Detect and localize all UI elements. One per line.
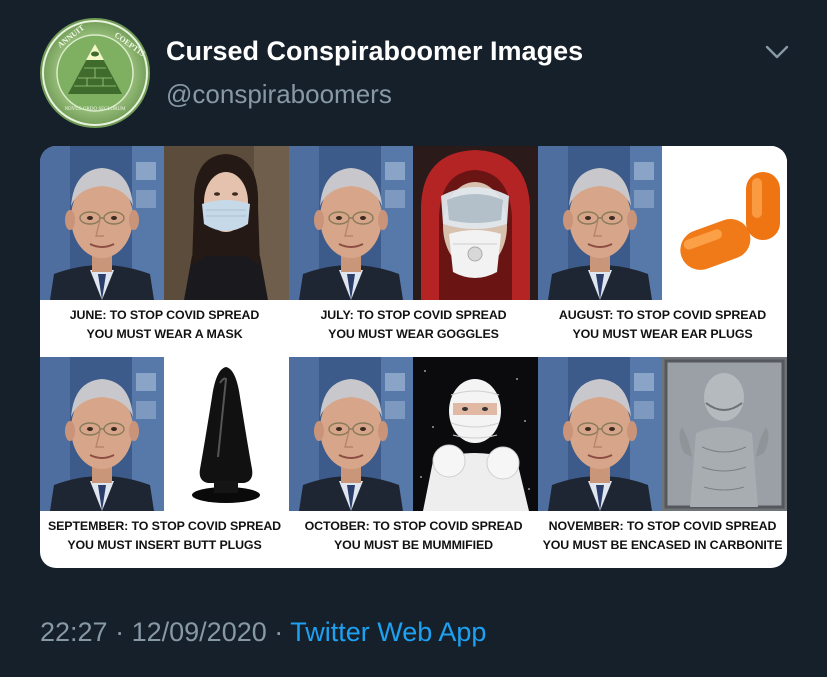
- caption-line-1: JULY: TO STOP COVID SPREAD: [320, 308, 507, 322]
- caption-line-1: NOVEMBER: TO STOP COVID SPREAD: [548, 519, 777, 533]
- caption-line-2: YOU MUST WEAR GOGGLES: [328, 327, 499, 341]
- meme-panel-october: OCTOBER: TO STOP COVID SPREAD YOU MUST B…: [289, 357, 538, 568]
- chevron-down-icon[interactable]: [764, 42, 790, 62]
- caption-line-2: YOU MUST BE ENCASED IN CARBONITE: [542, 538, 783, 552]
- goggles-respirator-hood-image: [413, 146, 538, 300]
- face-mask-woman-image: [164, 146, 289, 300]
- meme-panel-june: JUNE: TO STOP COVID SPREAD YOU MUST WEAR…: [40, 146, 289, 357]
- caption-line-1: AUGUST: TO STOP COVID SPREAD: [558, 308, 767, 322]
- carbonite-slab-image: [662, 357, 787, 511]
- fauci-portrait: [289, 146, 413, 300]
- display-name[interactable]: Cursed Conspiraboomer Images: [166, 36, 583, 67]
- fauci-portrait: [40, 146, 164, 300]
- fauci-portrait: [538, 146, 662, 300]
- tweet: ANNUIT COEPTIS NOVUS ORDO SECLORUM Curse…: [0, 0, 827, 677]
- illuminati-pyramid-seal-icon: ANNUIT COEPTIS NOVUS ORDO SECLORUM: [42, 20, 148, 126]
- caption-line-2: YOU MUST WEAR EAR PLUGS: [572, 327, 753, 341]
- separator: ·: [274, 617, 284, 647]
- mummy-wrapped-person-image: [413, 357, 538, 511]
- fauci-portrait: [40, 357, 164, 511]
- caption-line-1: SEPTEMBER: TO STOP COVID SPREAD: [47, 519, 282, 533]
- caption-line-2: YOU MUST INSERT BUTT PLUGS: [67, 538, 262, 552]
- separator: ·: [115, 617, 125, 647]
- seal-text-bottom: NOVUS ORDO SECLORUM: [64, 107, 126, 112]
- meme-panel-july: JULY: TO STOP COVID SPREAD YOU MUST WEAR…: [289, 146, 538, 357]
- fauci-portrait: [289, 357, 413, 511]
- avatar[interactable]: ANNUIT COEPTIS NOVUS ORDO SECLORUM: [40, 18, 150, 128]
- orange-ear-plugs-image: [662, 146, 787, 300]
- caption-line-1: OCTOBER: TO STOP COVID SPREAD: [304, 519, 523, 533]
- tweet-source-link[interactable]: Twitter Web App: [290, 617, 486, 647]
- caption-line-1: JUNE: TO STOP COVID SPREAD: [69, 308, 260, 322]
- tweet-image[interactable]: JUNE: TO STOP COVID SPREAD YOU MUST WEAR…: [40, 146, 787, 568]
- meme-panel-september: SEPTEMBER: TO STOP COVID SPREAD YOU MUST…: [40, 357, 289, 568]
- tweet-date[interactable]: 12/09/2020: [132, 617, 267, 647]
- caption-line-2: YOU MUST BE MUMMIFIED: [334, 538, 493, 552]
- fauci-portrait: [538, 357, 662, 511]
- caption-line-2: YOU MUST WEAR A MASK: [86, 327, 243, 341]
- black-plug-image: [164, 357, 289, 511]
- tweet-time[interactable]: 22:27: [40, 617, 108, 647]
- meme-panel-august: AUGUST: TO STOP COVID SPREAD YOU MUST WE…: [538, 146, 787, 357]
- user-handle[interactable]: @conspiraboomers: [166, 79, 392, 110]
- tweet-timestamp-row: 22:27 · 12/09/2020 · Twitter Web App: [40, 617, 486, 648]
- meme-panel-november: NOVEMBER: TO STOP COVID SPREAD YOU MUST …: [538, 357, 787, 568]
